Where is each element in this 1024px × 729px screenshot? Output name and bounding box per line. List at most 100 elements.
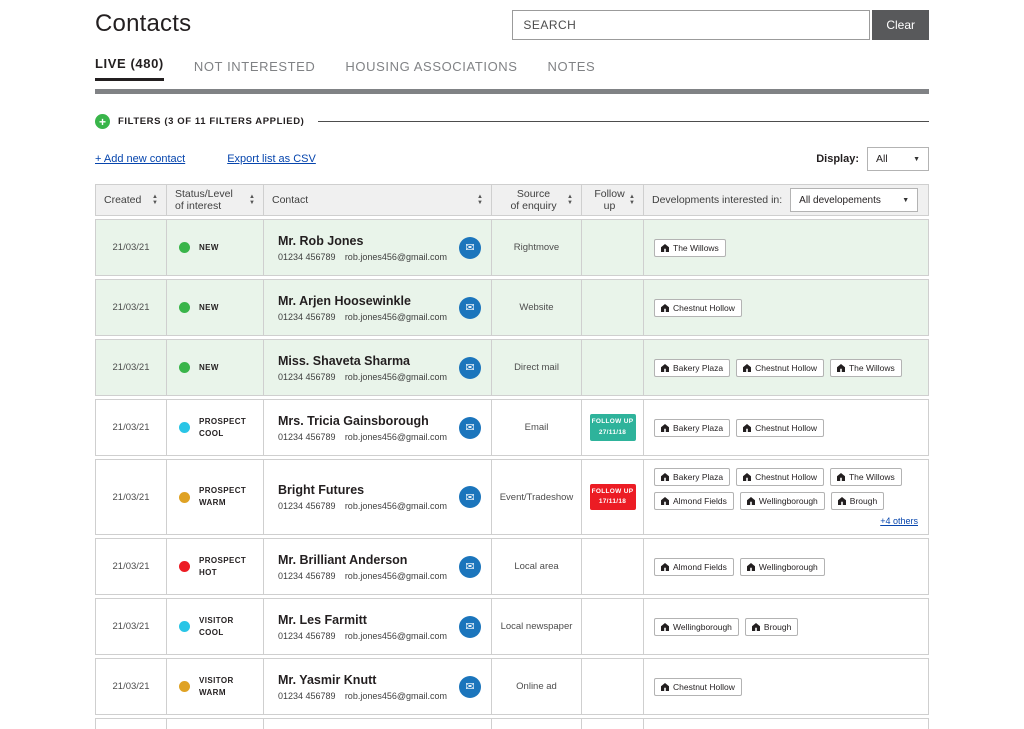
search-area: Clear <box>512 10 929 40</box>
filters-label: FILTERS (3 OF 11 FILTERS APPLIED) <box>118 116 304 127</box>
developments-cell: Chestnut Hollow <box>644 279 929 336</box>
sort-icon[interactable]: ▲▼ <box>152 194 158 206</box>
mail-icon[interactable]: ✉ <box>459 297 481 319</box>
development-tag: Wellingborough <box>740 558 825 576</box>
source-cell: Local area <box>492 538 582 595</box>
table-header-row: Created ▲▼ Status/Level of interest ▲▼ C… <box>95 184 929 216</box>
mail-icon[interactable]: ✉ <box>459 486 481 508</box>
created-cell: 21/03/21 <box>95 538 167 595</box>
tab-notes[interactable]: NOTES <box>548 59 596 81</box>
mail-icon[interactable]: ✉ <box>459 417 481 439</box>
building-icon <box>661 623 669 631</box>
developments-cell: Almond Fields Wellingborough <box>644 538 929 595</box>
clear-button[interactable]: Clear <box>872 10 929 40</box>
development-tag: Chestnut Hollow <box>736 468 824 486</box>
header-follow-up[interactable]: Follow up ▲▼ <box>582 184 644 216</box>
contact-name: Mr. Yasmir Knutt <box>278 673 447 687</box>
development-tag: Wellingborough <box>740 492 825 510</box>
tab-bar: LIVE (480) NOT INTERESTED HOUSING ASSOCI… <box>95 56 929 81</box>
more-developments-link[interactable]: +4 others <box>880 516 918 526</box>
created-cell: 21/03/21 <box>95 598 167 655</box>
contact-name: Mr. Les Farmitt <box>278 613 447 627</box>
building-icon <box>661 424 669 432</box>
status-cell: PROSPECT COOL <box>167 399 264 456</box>
source-cell: Online ad <box>492 658 582 715</box>
follow-up-cell <box>582 538 644 595</box>
sort-icon[interactable]: ▲▼ <box>477 194 483 206</box>
contact-email: rob.jones456@gmail.com <box>345 501 447 511</box>
status-dot <box>179 621 190 632</box>
status-dot <box>179 681 190 692</box>
created-cell: 21/03/21 <box>95 219 167 276</box>
developments-cell: Chestnut Hollow <box>644 658 929 715</box>
contact-cell: Miss. Shaveta Sharma 01234 456789 rob.jo… <box>264 339 492 396</box>
header-contact[interactable]: Contact ▲▼ <box>264 184 492 216</box>
building-icon <box>661 683 669 691</box>
table-row: 21/03/21 VISITOR WARM Mr. Yasmir Knutt 0… <box>95 658 929 715</box>
building-icon <box>661 244 669 252</box>
development-tag: Bakery Plaza <box>654 419 730 437</box>
status-cell: PROSPECT WARM <box>167 459 264 535</box>
mail-icon[interactable]: ✉ <box>459 616 481 638</box>
contact-phone: 01234 456789 <box>278 631 336 641</box>
created-cell: 21/03/21 <box>95 718 167 729</box>
table-row: 21/03/21 NEW Mr. Arjen Hoosewinkle 01234… <box>95 279 929 336</box>
chevron-down-icon: ▼ <box>913 156 920 163</box>
developments-dropdown[interactable]: All developements ▼ <box>790 188 918 212</box>
contact-email: rob.jones456@gmail.com <box>345 372 447 382</box>
building-icon <box>743 424 751 432</box>
filters-toggle[interactable]: + FILTERS (3 OF 11 FILTERS APPLIED) <box>95 114 929 129</box>
status-cell: PROSPECT HOT <box>167 538 264 595</box>
status-dot <box>179 561 190 572</box>
add-new-contact-link[interactable]: + Add new contact <box>95 153 185 165</box>
building-icon <box>661 364 669 372</box>
search-input[interactable] <box>512 10 870 40</box>
tab-live[interactable]: LIVE (480) <box>95 56 164 81</box>
table-row: 21/03/21 PROSPECT COOL Mrs. Tricia Gains… <box>95 399 929 456</box>
status-cell: NEW <box>167 339 264 396</box>
contact-phone: 01234 456789 <box>278 252 336 262</box>
source-cell: Local newspaper <box>492 598 582 655</box>
development-tag: The Willows <box>830 468 902 486</box>
table-row: 21/03/21 PROSPECT WARM Bright Futures 01… <box>95 459 929 535</box>
contact-name: Mr. Rob Jones <box>278 234 447 248</box>
contact-email: rob.jones456@gmail.com <box>345 571 447 581</box>
source-cell: Social media <box>492 718 582 729</box>
display-dropdown-value: All <box>876 153 888 165</box>
mail-icon[interactable]: ✉ <box>459 357 481 379</box>
display-label: Display: <box>816 153 859 165</box>
tab-housing-associations[interactable]: HOUSING ASSOCIATIONS <box>345 59 517 81</box>
follow-up-cell <box>582 718 644 729</box>
developments-dropdown-value: All developements <box>799 195 881 206</box>
sort-icon[interactable]: ▲▼ <box>567 194 573 206</box>
mail-icon[interactable]: ✉ <box>459 676 481 698</box>
display-dropdown[interactable]: All ▼ <box>867 147 929 171</box>
follow-up-badge: FOLLOW UP 27/11/18 <box>590 414 636 441</box>
mail-icon[interactable]: ✉ <box>459 237 481 259</box>
header-status[interactable]: Status/Level of interest ▲▼ <box>167 184 264 216</box>
sort-icon[interactable]: ▲▼ <box>629 194 635 206</box>
tab-not-interested[interactable]: NOT INTERESTED <box>194 59 316 81</box>
developments-cell: Bakery Plaza Chestnut Hollow The Willows <box>644 339 929 396</box>
status-cell: VISITOR COOL <box>167 598 264 655</box>
contact-phone: 01234 456789 <box>278 372 336 382</box>
export-csv-link[interactable]: Export list as CSV <box>227 153 316 165</box>
created-cell: 21/03/21 <box>95 658 167 715</box>
development-tag: Bakery Plaza <box>654 359 730 377</box>
table-row: 21/03/21 NEW Mr. Rob Jones 01234 456789 … <box>95 219 929 276</box>
developments-cell: The Willows <box>644 219 929 276</box>
sort-icon[interactable]: ▲▼ <box>249 194 255 206</box>
created-cell: 21/03/21 <box>95 339 167 396</box>
developments-cell: Bakery Plaza Chestnut Hollow <box>644 399 929 456</box>
development-tag: Brough <box>831 492 884 510</box>
table-row: 21/03/21 PROSPECT HOT Mr. Brilliant Ande… <box>95 538 929 595</box>
contact-email: rob.jones456@gmail.com <box>345 691 447 701</box>
building-icon <box>838 497 846 505</box>
contact-name: Mr. Arjen Hoosewinkle <box>278 294 447 308</box>
mail-icon[interactable]: ✉ <box>459 556 481 578</box>
building-icon <box>752 623 760 631</box>
created-cell: 21/03/21 <box>95 459 167 535</box>
header-source[interactable]: Source of enquiry ▲▼ <box>492 184 582 216</box>
header-created[interactable]: Created ▲▼ <box>95 184 167 216</box>
development-tag: The Willows <box>830 359 902 377</box>
